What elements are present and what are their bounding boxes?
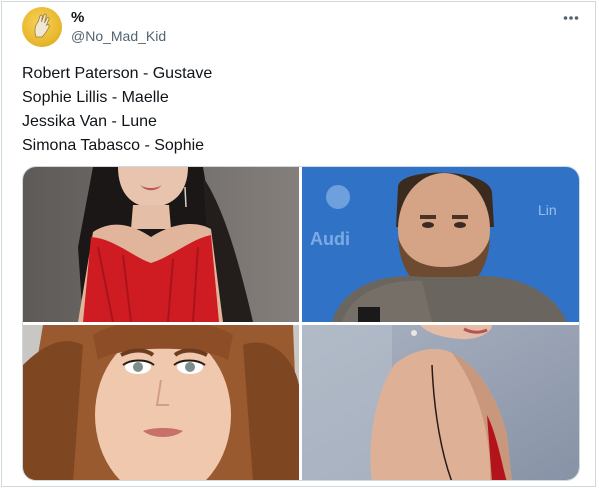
- media-grid: Audi Lin: [22, 166, 580, 481]
- more-horizontal-icon: [563, 16, 579, 20]
- photo-man-press-conference[interactable]: Audi Lin: [302, 167, 579, 322]
- tweet-text: Robert Paterson - Gustave Sophie Lillis …: [22, 62, 212, 158]
- tweet-line: Sophie Lillis - Maelle: [22, 89, 169, 106]
- avatar[interactable]: [22, 7, 62, 47]
- tweet-line: Jessika Van - Lune: [22, 113, 157, 130]
- tweet-card[interactable]: % @No_Mad_Kid Robert Paterson - Gustave …: [1, 1, 596, 487]
- svg-text:Lin: Lin: [538, 202, 557, 218]
- more-options-button[interactable]: [558, 8, 584, 28]
- photo-woman-red-dress[interactable]: [23, 167, 299, 322]
- photo-woman-bare-back[interactable]: [302, 325, 579, 480]
- tweet-line: Simona Tabasco - Sophie: [22, 137, 205, 154]
- hand-drawing-icon: [34, 13, 50, 38]
- tweet-line: Robert Paterson - Gustave: [22, 65, 213, 82]
- photo-woman-curly-hair[interactable]: [23, 325, 299, 480]
- svg-text:Audi: Audi: [310, 229, 350, 249]
- display-name[interactable]: %: [71, 9, 84, 26]
- user-handle[interactable]: @No_Mad_Kid: [71, 28, 166, 44]
